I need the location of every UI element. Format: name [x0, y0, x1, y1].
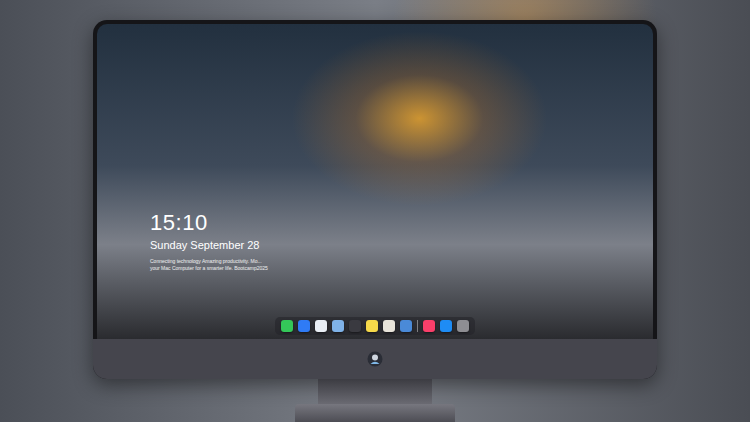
dock-app-icon[interactable] [440, 320, 452, 332]
dock-app-icon[interactable] [332, 320, 344, 332]
wallpaper-screen: 15:10 Sunday September 28 Connecting techn… [97, 24, 653, 339]
dock-app-icon[interactable] [383, 320, 395, 332]
time: 15:10 [150, 210, 653, 236]
page: 15:10 Sunday September 28 Connecting techn… [0, 0, 750, 422]
lock-clock: 15:10 Sunday September 28 Connecting techn… [150, 210, 653, 272]
logo-icon [367, 351, 383, 367]
dock [275, 317, 475, 335]
monitor-neck [318, 379, 432, 404]
monitor-chin [93, 339, 657, 379]
date: Sunday September 28 [150, 238, 653, 252]
caption-line: your Mac Computer for a smarter life. Bo… [150, 265, 653, 272]
monitor-base [295, 404, 455, 422]
monitor: 15:10 Sunday September 28 Connecting techn… [93, 20, 657, 379]
dock-app-icon[interactable] [281, 320, 293, 332]
caption: Connecting technology Amazing productivi… [150, 258, 653, 272]
caption-line: Connecting technology Amazing productivi… [150, 258, 653, 265]
dock-separator [417, 320, 418, 332]
dock-app-icon[interactable] [423, 320, 435, 332]
dock-app-icon[interactable] [400, 320, 412, 332]
dock-app-icon[interactable] [457, 320, 469, 332]
dock-app-icon[interactable] [349, 320, 361, 332]
dock-app-icon[interactable] [366, 320, 378, 332]
dock-app-icon[interactable] [298, 320, 310, 332]
dock-app-icon[interactable] [315, 320, 327, 332]
